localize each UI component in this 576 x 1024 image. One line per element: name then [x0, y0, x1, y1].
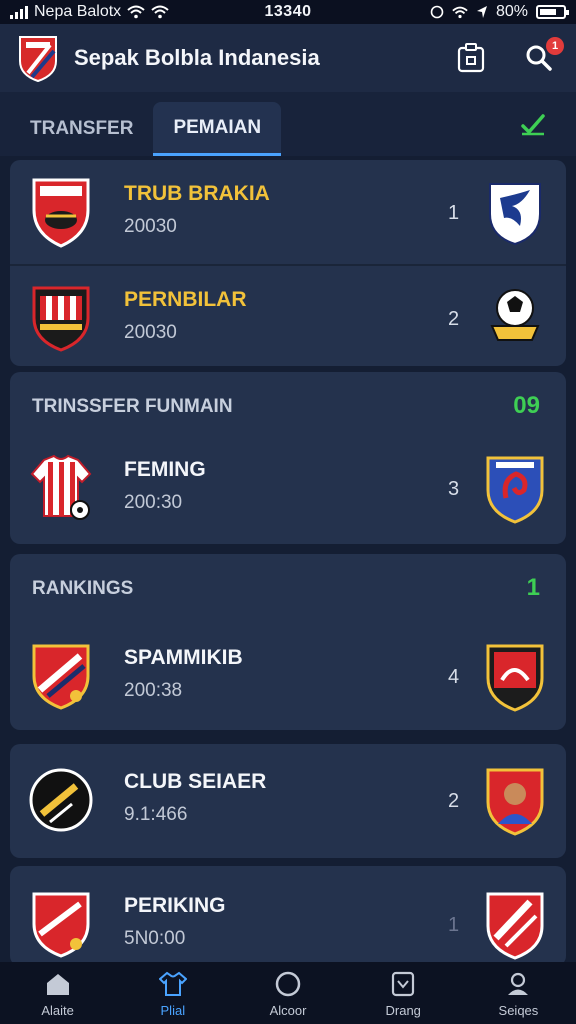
app-actions: 1 [456, 37, 564, 73]
app-logo-icon [19, 36, 57, 83]
app-title: Sepak Bolbla Indanesia [74, 45, 320, 70]
match-time: 200:30 [124, 492, 183, 513]
row-divider [10, 264, 566, 266]
nav-item-profile[interactable]: Seiqes [461, 969, 576, 1018]
trophy-icon [388, 969, 418, 999]
nav-item-trophy[interactable]: Drang [346, 969, 461, 1018]
club-crest-dark-bull-icon [486, 644, 544, 712]
app-bar: Sepak Bolbla Indanesia 1 [0, 24, 576, 92]
score-value: 9.1:466 [124, 804, 188, 825]
status-time: 13340 [264, 3, 312, 20]
rank-number: 1 [448, 914, 460, 936]
rank-number: 1 [448, 202, 460, 224]
club-crest-red-sash-icon [32, 644, 90, 710]
score-value: 5N0:00 [124, 928, 186, 949]
list-item[interactable]: TRUB BRAKIA 20030 1 [10, 168, 566, 258]
rankings-card: RANKINGS 1 SPAMMIKIB 200:38 4 [10, 554, 566, 730]
list-item[interactable]: SPAMMIKIB 200:38 4 [10, 632, 566, 722]
calendar-button[interactable] [456, 43, 486, 73]
tab-transfer[interactable]: TRANSFER [10, 102, 153, 156]
peringkat-card: PERIKING 5N0:00 1 [10, 866, 566, 966]
profile-icon [503, 969, 533, 999]
club-name: SPAMMIKIB [124, 646, 243, 669]
count-badge: 1 [526, 574, 540, 601]
match-time: 20030 [124, 322, 177, 343]
match-time: 200:38 [124, 680, 183, 701]
battery-icon [536, 5, 569, 19]
club-name: TRUB BRAKIA [124, 182, 270, 205]
search-button[interactable]: 1 [524, 37, 564, 73]
count-badge: 09 [513, 392, 540, 419]
rank-number: 2 [448, 790, 460, 812]
club-card: CLUB SEIAER 9.1:466 2 [10, 744, 566, 858]
player-portrait-crest-icon [486, 768, 544, 836]
football-crest-icon [490, 289, 540, 341]
list-item[interactable]: PERIKING 5N0:00 1 [10, 880, 566, 970]
check-edit-icon [521, 114, 545, 136]
calendar-icon [457, 43, 485, 73]
player-name: FEMING [124, 458, 206, 481]
list-item[interactable]: PERNBILAR 20030 2 [10, 274, 566, 364]
nav-item-home[interactable]: Alaite [0, 969, 115, 1018]
shirt-icon [158, 969, 188, 999]
club-crest-white-red-icon [486, 892, 544, 960]
club-crest-blue-bird-icon [489, 183, 541, 246]
list-item[interactable]: FEMING 200:30 3 [10, 444, 566, 534]
club-crest-black-round-icon [29, 768, 93, 832]
nav-label: Alaite [41, 1002, 74, 1018]
club-name: PERNBILAR [124, 288, 247, 311]
club-crest-striped-icon [32, 286, 90, 352]
card-header: RANKINGS [32, 578, 134, 599]
ball-icon [273, 969, 303, 999]
tab-pemaian[interactable]: PEMAIAN [153, 102, 282, 156]
club-name: CLUB SEIAER [124, 770, 267, 793]
status-bar: Nepa Balotx 13340 80% [0, 0, 576, 24]
match-time: 20030 [124, 216, 177, 237]
club-crest-red-stripe-icon [32, 892, 90, 958]
nav-label: Drang [385, 1002, 421, 1018]
jersey-icon [30, 454, 92, 520]
rank-number: 4 [448, 666, 460, 688]
card-header: TRINSSFER FUNMAIN [32, 396, 233, 417]
nav-item-shirt[interactable]: Plial [115, 969, 230, 1018]
club-name: PERIKING [124, 894, 226, 917]
edit-button[interactable] [520, 112, 546, 141]
transfer-card: TRINSSFER FUNMAIN 09 FEMING 200:30 3 [10, 372, 566, 544]
notification-badge: 1 [546, 37, 564, 55]
bottom-nav: Alaite Plial Alcoor Drang Seiqes [0, 962, 576, 1024]
match-card-1: TRUB BRAKIA 20030 1 PERNBILAR 20030 2 [10, 160, 566, 366]
nav-label: Plial [160, 1002, 186, 1018]
tabs-row: TRANSFER PEMAIAN [0, 92, 576, 156]
home-icon [43, 969, 73, 999]
nav-label: Alcoor [269, 1002, 307, 1018]
list-item[interactable]: CLUB SEIAER 9.1:466 2 [10, 756, 566, 846]
rank-number: 2 [448, 308, 460, 330]
nav-label: Seiqes [498, 1002, 539, 1018]
club-crest-blue-dragon-icon [486, 456, 544, 524]
club-crest-red-eagle-icon [32, 178, 90, 248]
nav-item-ball[interactable]: Alcoor [230, 969, 345, 1018]
rank-number: 3 [448, 478, 460, 500]
